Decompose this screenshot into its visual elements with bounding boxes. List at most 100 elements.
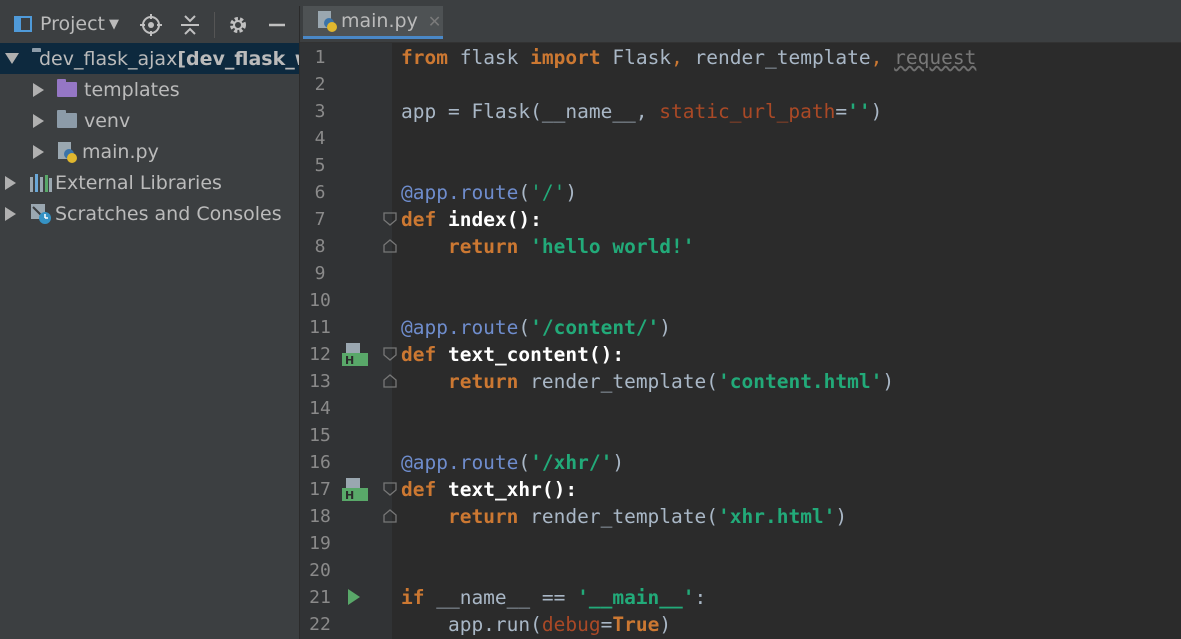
tree-item-dev-flask-ajax[interactable]: dev_flask_ajax [dev_flask_wo bbox=[0, 43, 299, 74]
line-number: 18 bbox=[309, 506, 331, 527]
scratches-icon bbox=[30, 203, 54, 225]
python-file-icon bbox=[57, 141, 77, 163]
tree-item-label: Scratches and Consoles bbox=[55, 202, 282, 225]
code-token: return bbox=[447, 235, 519, 258]
run-icon[interactable] bbox=[348, 589, 360, 605]
code-token: static_url_path bbox=[659, 100, 836, 123]
html-template-icon[interactable]: H bbox=[342, 477, 368, 501]
fold-end-icon[interactable] bbox=[383, 239, 397, 253]
code-line-18: return render_template('xhr.html') bbox=[401, 503, 847, 530]
code-token: '/xhr/' bbox=[530, 451, 613, 474]
tree-item-templates[interactable]: templates bbox=[0, 74, 299, 105]
tree-item-venv[interactable]: venv bbox=[0, 105, 299, 136]
line-number: 7 bbox=[314, 209, 326, 230]
code-token: app = Flask(__name__, bbox=[401, 100, 660, 123]
code-token: ) bbox=[659, 613, 672, 636]
code-token: @app.route bbox=[401, 181, 519, 204]
code-line-13: return render_template('content.html') bbox=[401, 368, 894, 395]
code-token: def bbox=[401, 208, 437, 231]
project-title: Project bbox=[40, 13, 106, 35]
line-number: 4 bbox=[314, 128, 326, 149]
html-template-icon[interactable]: H bbox=[342, 342, 368, 366]
code-line-21: if __name__ == '__main__': bbox=[401, 584, 706, 611]
line-number: 12 bbox=[309, 344, 331, 365]
line-number: 2 bbox=[314, 74, 326, 95]
code-token-unused: request bbox=[894, 46, 977, 69]
code-token: render_template( bbox=[518, 505, 719, 528]
code-token: (): bbox=[541, 478, 578, 501]
fold-icon[interactable] bbox=[383, 347, 397, 361]
line-number: 16 bbox=[309, 452, 331, 473]
tree-item-external-libraries[interactable]: External Libraries bbox=[0, 167, 299, 198]
code-token: = bbox=[600, 613, 613, 636]
code-line-12: def text_content(): bbox=[401, 341, 624, 368]
chevron-down-icon[interactable] bbox=[5, 53, 19, 64]
line-number: 17 bbox=[309, 479, 331, 500]
code-token: ) bbox=[659, 316, 672, 339]
code-line-8: return 'hello world!' bbox=[401, 233, 695, 260]
code-token: import bbox=[530, 46, 601, 69]
code-token: = bbox=[835, 100, 848, 123]
fold-end-icon[interactable] bbox=[383, 509, 397, 523]
code-token: '/content/' bbox=[530, 316, 660, 339]
line-number: 1 bbox=[314, 47, 326, 68]
code-token: @app.route bbox=[401, 316, 519, 339]
locate-icon[interactable] bbox=[140, 14, 162, 36]
code-token: app.run( bbox=[401, 613, 542, 636]
fold-end-icon[interactable] bbox=[383, 374, 397, 388]
project-window-icon bbox=[14, 16, 32, 32]
svg-text:H: H bbox=[345, 489, 354, 501]
gear-icon[interactable] bbox=[227, 14, 249, 36]
line-number: 19 bbox=[309, 533, 331, 554]
tree-item-suffix: [dev_flask_wo bbox=[177, 47, 299, 70]
code-token: , bbox=[870, 46, 895, 69]
code-token: return bbox=[447, 370, 519, 393]
code-token: 'content.html' bbox=[718, 370, 883, 393]
line-number: 6 bbox=[314, 182, 326, 203]
folder-purple-icon bbox=[57, 79, 77, 97]
line-number: 20 bbox=[309, 560, 331, 581]
code-line-3: app = Flask(__name__, static_url_path=''… bbox=[401, 98, 882, 125]
code-line-17: def text_xhr(): bbox=[401, 476, 577, 503]
line-number: 10 bbox=[309, 290, 331, 311]
python-file-icon bbox=[317, 10, 337, 32]
code-token: : bbox=[694, 586, 707, 609]
code-token: '__main__' bbox=[577, 586, 695, 609]
tree-item-main-py[interactable]: main.py bbox=[0, 136, 299, 167]
chevron-right-icon[interactable] bbox=[33, 82, 44, 97]
fold-icon[interactable] bbox=[383, 482, 397, 496]
chevron-right-icon[interactable] bbox=[33, 144, 44, 159]
code-token: debug bbox=[541, 613, 601, 636]
hide-panel-icon[interactable] bbox=[266, 14, 288, 36]
project-view-selector[interactable]: Project ▼ bbox=[14, 12, 119, 36]
project-toolbar: Project ▼ bbox=[0, 6, 299, 42]
line-number: 21 bbox=[309, 587, 331, 608]
tree-item-scratches[interactable]: Scratches and Consoles bbox=[0, 198, 299, 229]
line-number: 11 bbox=[309, 317, 331, 338]
code-token: ) bbox=[870, 100, 883, 123]
code-token: render_template( bbox=[518, 370, 719, 393]
chevron-right-icon[interactable] bbox=[33, 113, 44, 128]
code-token: '/' bbox=[530, 181, 566, 204]
fold-icon[interactable] bbox=[383, 212, 397, 226]
code-token: '' bbox=[847, 100, 871, 123]
collapse-all-icon[interactable] bbox=[179, 14, 201, 36]
code-line-6: @app.route('/') bbox=[401, 179, 577, 206]
tree-item-label: dev_flask_ajax bbox=[39, 47, 178, 70]
code-token: , bbox=[671, 46, 695, 69]
tab-main-py[interactable]: main.py ✕ bbox=[303, 6, 443, 39]
chevron-right-icon[interactable] bbox=[5, 206, 16, 221]
code-token: ) bbox=[565, 181, 578, 204]
code-token: ) bbox=[835, 505, 848, 528]
code-token: ) bbox=[612, 451, 625, 474]
code-token: True bbox=[612, 613, 660, 636]
code-line-22: app.run(debug=True) bbox=[401, 611, 671, 638]
chevron-down-icon: ▼ bbox=[109, 16, 120, 32]
code-token: 'hello world!' bbox=[530, 235, 695, 258]
chevron-right-icon[interactable] bbox=[5, 175, 16, 190]
close-icon[interactable]: ✕ bbox=[428, 12, 441, 31]
line-number: 15 bbox=[309, 425, 331, 446]
